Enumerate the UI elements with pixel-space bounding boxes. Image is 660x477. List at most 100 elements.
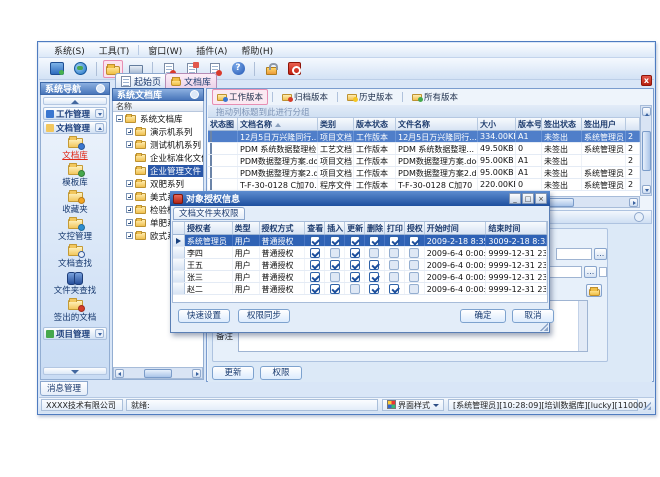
column-header-签出状态[interactable]: 签出状态 [542,118,582,131]
permission-button[interactable]: 权限 [260,366,302,380]
checked-checkbox[interactable] [310,260,320,270]
table-vscrollbar[interactable] [640,105,652,196]
checked-checkbox[interactable] [369,260,379,270]
column-header-版本状态[interactable]: 版本状态 [354,118,396,131]
tree-node-演示机系列[interactable]: 演示机系列 [113,125,203,138]
expand-icon[interactable] [126,219,133,226]
dialog-resize-grip[interactable] [540,323,548,331]
menu-item[interactable]: 插件(A) [189,43,234,58]
sidebar-item-文件夹查找[interactable]: 文件夹查找 [43,271,107,297]
tree-hscroll-thumb[interactable] [144,369,172,378]
unchecked-checkbox[interactable] [409,272,419,282]
nav-section-工作管理[interactable]: 工作管理 [43,107,107,120]
exit-button[interactable] [284,60,304,78]
tree-panel-button[interactable] [190,90,199,99]
close-tab-button[interactable]: x [641,75,652,86]
unchecked-checkbox[interactable] [330,248,340,258]
dialog-title-bar[interactable]: 对象授权信息 _□× [170,191,550,206]
authorization-row[interactable]: 王五用户普通授权2009-6-4 0:00:009999-12-31 23:59… [173,259,547,271]
unchecked-checkbox[interactable] [409,284,419,294]
column-header-授权方式[interactable]: 授权方式 [260,222,306,234]
authorization-row[interactable]: 赵二用户普通授权2009-6-4 0:00:009999-12-31 23:59… [173,283,547,295]
checked-checkbox[interactable] [409,236,419,246]
authorization-row[interactable]: 系统管理员用户普通授权2009-2-18 8:35:573009-2-18 8:… [173,235,547,247]
sidebar-item-文档查找[interactable]: 文档查找 [43,244,107,270]
checked-checkbox[interactable] [389,236,399,246]
group-by-bar[interactable]: 拖动列标题到此进行分组 [208,105,640,118]
sidebar-item-收藏夹[interactable]: 收藏夹 [43,190,107,216]
column-header-查看[interactable]: 查看 [305,222,325,234]
checked-checkbox[interactable] [350,236,360,246]
cancel-button[interactable]: 取消 [512,309,554,323]
nav-scroll-up[interactable] [43,97,107,105]
column-header-文件名称[interactable]: 文件名称 [396,118,478,131]
scroll-right-icon[interactable] [192,369,201,378]
column-header-开始时间[interactable]: 开始时间 [425,222,487,234]
table-row[interactable]: T-F-30-0128 C加70...程序文件工作版本T-F-30-0128 C… [208,179,640,191]
detail-field-1[interactable] [556,248,592,260]
browse-button[interactable]: ... [584,266,597,278]
column-header-文档名称[interactable]: 文档名称 [238,118,318,131]
collapse-icon[interactable] [116,115,123,122]
column-header-类型[interactable]: 类型 [233,222,260,234]
pin-icon[interactable] [634,212,644,222]
minimize-icon[interactable]: _ [509,193,521,204]
scroll-up-icon[interactable] [642,107,651,116]
tree-node-双肥系列[interactable]: 双肥系列 [113,177,203,190]
menu-item[interactable]: 系统(S) [47,43,92,58]
table-row[interactable]: PDM数据整理方案2.doc项目文档工作版本PDM数据整理方案2.doc95.0… [208,167,640,179]
tree-column-header[interactable]: 名称 [113,101,203,112]
version-button-归档版本[interactable]: 归档版本 [277,89,333,105]
permission-sync-button[interactable]: 权限同步 [238,309,290,323]
unchecked-checkbox[interactable] [389,272,399,282]
checked-checkbox[interactable] [330,260,340,270]
unchecked-checkbox[interactable] [409,248,419,258]
nav-collapse-icon[interactable] [96,84,105,93]
version-button-所有版本[interactable]: 所有版本 [407,89,463,105]
column-header-版本号[interactable]: 版本号 [516,118,542,131]
scroll-left-icon[interactable] [115,369,124,378]
menu-item[interactable]: 帮助(H) [234,43,280,58]
expand-icon[interactable] [126,180,133,187]
detail-field-2[interactable] [548,266,582,278]
nav-section-文档管理[interactable]: 文档管理 [43,121,107,134]
checked-checkbox[interactable] [389,284,399,294]
ok-button[interactable]: 确定 [460,309,506,323]
checked-checkbox[interactable] [369,284,379,294]
tab-start-page[interactable]: 起始页 [115,73,167,88]
sidebar-item-文档库[interactable]: 文档库 [43,136,107,162]
unchecked-checkbox[interactable] [409,260,419,270]
scroll-down-icon[interactable] [642,185,651,194]
menu-item[interactable]: 工具(T) [92,43,137,58]
tree-node-测试机机系列[interactable]: 测试机机系列 [113,138,203,151]
remote-desktop-button[interactable] [47,60,67,78]
checked-checkbox[interactable] [310,248,320,258]
column-header-删除[interactable]: 删除 [365,222,385,234]
column-header-授权[interactable]: 授权 [405,222,425,234]
quick-setup-button[interactable]: 快速设置 [178,309,230,323]
tree-node-系统文档库[interactable]: 系统文档库 [113,112,203,125]
update-button[interactable]: 更新 [212,366,254,380]
lock-button[interactable] [261,60,281,78]
checked-checkbox[interactable] [310,236,320,246]
table-row[interactable]: PDM数据整理方案.doc项目文档工作版本PDM数据整理方案.doc95.00K… [208,155,640,167]
expand-icon[interactable] [95,109,104,118]
unchecked-checkbox[interactable] [369,248,379,258]
version-button-工作版本[interactable]: 工作版本 [212,89,268,105]
column-header-插入[interactable]: 插入 [325,222,345,234]
expand-icon[interactable] [126,141,133,148]
table-vscroll-thumb[interactable] [642,131,651,171]
column-header-更新[interactable]: 更新 [345,222,365,234]
menu-item[interactable]: 窗口(W) [141,43,189,58]
tab-message-management[interactable]: 消息管理 [40,381,88,396]
column-header-状态图[interactable]: 状态图 [208,118,238,131]
tree-hscrollbar[interactable] [113,367,203,379]
column-header-授权者[interactable]: 授权者 [185,222,233,234]
checked-checkbox[interactable] [350,272,360,282]
authorization-row[interactable]: 张三用户普通授权2009-6-4 0:00:009999-12-31 23:59… [173,271,547,283]
nav-scroll-down[interactable] [43,367,107,375]
column-header-类别[interactable]: 类别 [318,118,354,131]
expand-icon[interactable] [126,193,133,200]
window-resize-grip[interactable] [642,401,651,410]
expand-icon[interactable] [126,128,133,135]
